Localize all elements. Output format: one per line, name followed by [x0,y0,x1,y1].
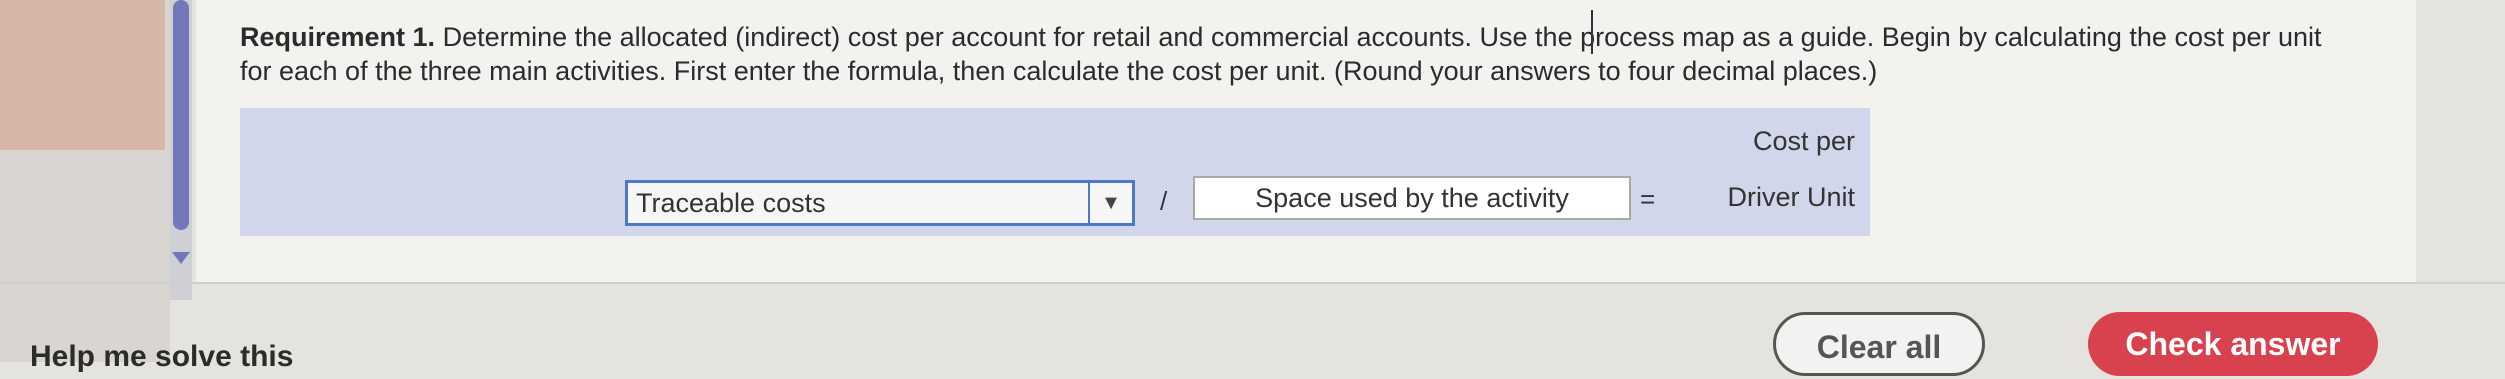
text-cursor-icon [1591,10,1607,54]
help-link[interactable]: Help me solve this [30,340,293,374]
left-panel [0,0,170,362]
dropdown-arrow-icon[interactable]: ▼ [1088,183,1132,223]
equals-sign: = [1640,184,1656,214]
numerator-select-value: Traceable costs [636,187,826,218]
requirement-instructions: Determine the allocated (indirect) cost … [240,22,2322,86]
requirement-label: Requirement 1. [240,22,436,52]
numerator-select[interactable]: Traceable costs ▼ [625,180,1135,226]
check-answer-button[interactable]: Check answer [2088,312,2378,376]
result-header-line1: Cost per [1752,126,1855,156]
scrollbar-thumb[interactable] [173,0,189,230]
clear-all-button[interactable]: Clear all [1773,312,1985,376]
question-text: Requirement 1. Determine the allocated (… [240,20,2330,88]
left-thumbnail [0,0,165,150]
denominator-field[interactable]: Space used by the activity [1193,176,1631,220]
scroll-down-arrow-icon[interactable] [172,252,190,264]
section-divider [0,282,2505,284]
result-header-line2: Driver Unit [1727,182,1855,212]
divide-operator: / [1160,186,1168,216]
